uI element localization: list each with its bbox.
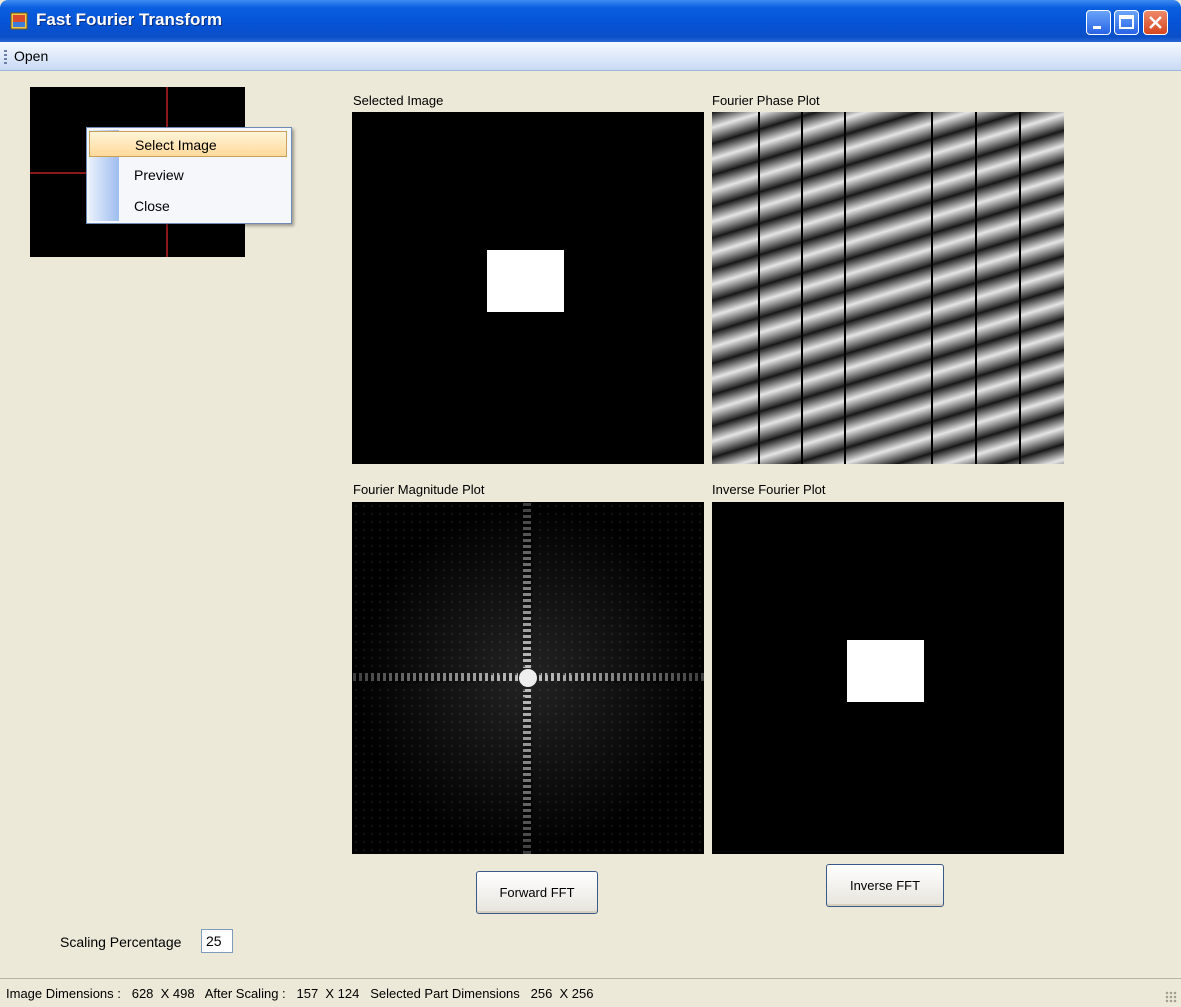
context-item-label: Preview xyxy=(134,167,184,183)
selected-image-label: Selected Image xyxy=(353,93,444,108)
selected-image-canvas xyxy=(352,112,704,464)
minimize-button[interactable] xyxy=(1086,10,1111,35)
scaling-percentage-label: Scaling Percentage xyxy=(60,934,182,950)
app-window: Fast Fourier Transform Open Select Image… xyxy=(0,0,1181,1007)
inverse-fft-button[interactable]: Inverse FFT xyxy=(826,864,944,907)
title-bar[interactable]: Fast Fourier Transform xyxy=(0,0,1181,42)
magnitude-plot-canvas xyxy=(352,502,704,854)
context-menu: Select Image Preview Close xyxy=(86,127,292,224)
magnitude-plot-label: Fourier Magnitude Plot xyxy=(353,482,485,497)
close-button[interactable] xyxy=(1143,10,1168,35)
app-icon xyxy=(10,12,28,30)
resize-grip-icon[interactable] xyxy=(1165,991,1177,1003)
context-item-label: Close xyxy=(134,198,170,214)
maximize-icon xyxy=(1119,15,1134,29)
close-icon xyxy=(1149,16,1162,29)
phase-plot-graphic xyxy=(712,112,1064,464)
scaling-percentage-input[interactable] xyxy=(201,929,233,953)
context-item-label: Select Image xyxy=(135,137,217,153)
status-bar: Image Dimensions : 628 X 498 After Scali… xyxy=(0,978,1181,1007)
window-title: Fast Fourier Transform xyxy=(36,10,223,29)
inverse-plot-label: Inverse Fourier Plot xyxy=(712,482,826,497)
context-item-preview[interactable]: Preview xyxy=(89,162,287,188)
context-item-select-image[interactable]: Select Image xyxy=(89,131,287,157)
phase-plot-label: Fourier Phase Plot xyxy=(712,93,820,108)
inverse-plot-canvas xyxy=(712,502,1064,854)
selected-image-square xyxy=(487,250,564,312)
context-item-close[interactable]: Close xyxy=(89,193,287,219)
menu-open[interactable]: Open xyxy=(14,48,48,64)
menu-bar: Open xyxy=(0,42,1181,71)
inverse-image-square xyxy=(847,640,924,702)
maximize-button[interactable] xyxy=(1114,10,1139,35)
forward-fft-button[interactable]: Forward FFT xyxy=(476,871,598,914)
magnitude-plot-graphic xyxy=(352,502,704,854)
status-text: Image Dimensions : 628 X 498 After Scali… xyxy=(6,986,594,1001)
toolbar-grip-icon xyxy=(4,50,7,64)
minimize-icon xyxy=(1093,26,1101,29)
phase-plot-canvas xyxy=(712,112,1064,464)
